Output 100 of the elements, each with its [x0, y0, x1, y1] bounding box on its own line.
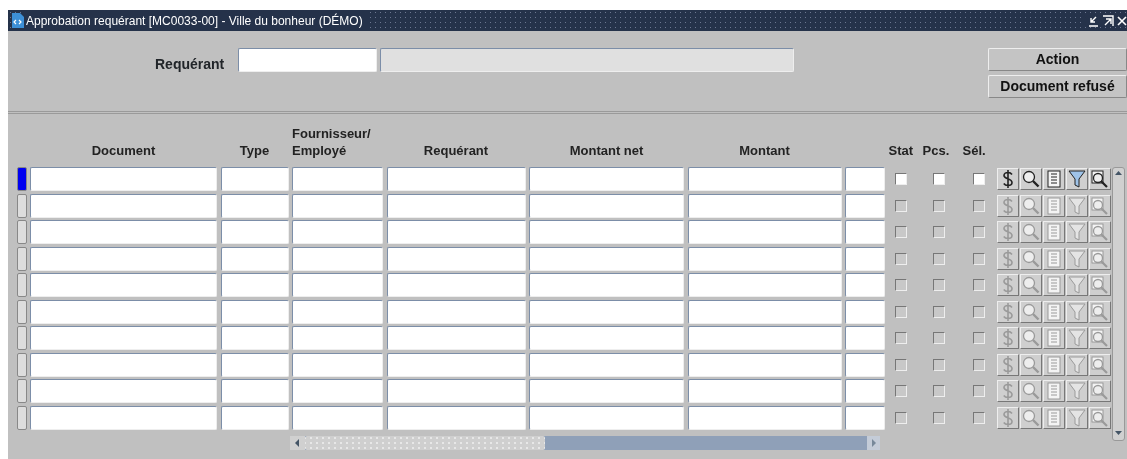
table-cell[interactable]: [845, 352, 885, 377]
table-cell[interactable]: [220, 246, 289, 271]
table-cell[interactable]: [30, 246, 217, 271]
table-cell[interactable]: [687, 167, 842, 192]
table-cell[interactable]: [220, 379, 289, 404]
table-cell[interactable]: [30, 193, 217, 218]
table-cell[interactable]: [30, 273, 217, 298]
column-header: Pcs.: [922, 141, 951, 160]
column-header: Montant net: [568, 143, 645, 160]
table-cell[interactable]: [30, 326, 217, 351]
table-cell[interactable]: [687, 299, 842, 324]
table-cell[interactable]: [292, 273, 383, 298]
table-cell[interactable]: [30, 167, 217, 192]
table-cell[interactable]: [845, 405, 885, 430]
table-cell[interactable]: [292, 299, 383, 324]
vertical-scrollbar[interactable]: [1112, 167, 1125, 441]
table-cell[interactable]: [529, 299, 684, 324]
table-cell[interactable]: [386, 299, 526, 324]
table-cell[interactable]: [529, 220, 684, 245]
table-cell[interactable]: [220, 193, 289, 218]
horizontal-scrollbar[interactable]: [290, 436, 880, 450]
table-cell[interactable]: [30, 299, 217, 324]
table-cell[interactable]: [687, 379, 842, 404]
scroll-down-icon[interactable]: [1113, 428, 1124, 438]
table-cell[interactable]: [30, 405, 217, 430]
scroll-up-icon[interactable]: [1113, 168, 1124, 178]
table-cell[interactable]: [30, 379, 217, 404]
table-cell[interactable]: [292, 246, 383, 271]
requester-field[interactable]: [238, 48, 378, 72]
table-cell[interactable]: [845, 193, 885, 218]
table-cell[interactable]: [292, 193, 383, 218]
scroll-right-icon[interactable]: [867, 436, 880, 450]
table-cell[interactable]: [292, 379, 383, 404]
table-cell[interactable]: [845, 326, 885, 351]
table-cell[interactable]: [687, 246, 842, 271]
checkbox[interactable]: [894, 173, 907, 186]
zoom-page-icon: [1090, 249, 1109, 268]
checkbox[interactable]: [972, 173, 985, 186]
table-cell[interactable]: [30, 220, 217, 245]
checkbox[interactable]: [932, 173, 945, 186]
table-cell[interactable]: [292, 352, 383, 377]
maximize-icon[interactable]: [1102, 14, 1114, 27]
table-cell[interactable]: [687, 405, 842, 430]
description-field[interactable]: [380, 48, 795, 72]
table-cell[interactable]: [30, 352, 217, 377]
table-cell[interactable]: [386, 405, 526, 430]
table-cell[interactable]: [220, 352, 289, 377]
table-cell[interactable]: [529, 167, 684, 192]
close-icon[interactable]: [1117, 14, 1127, 27]
table-cell[interactable]: [529, 193, 684, 218]
table-cell[interactable]: [386, 246, 526, 271]
toolbar-button[interactable]: [1088, 168, 1111, 191]
table-cell[interactable]: [529, 326, 684, 351]
table-cell[interactable]: [687, 193, 842, 218]
table-cell[interactable]: [292, 405, 383, 430]
table-cell[interactable]: [292, 167, 383, 192]
toolbar-button[interactable]: [996, 168, 1019, 191]
table-cell[interactable]: [386, 326, 526, 351]
minimize-icon[interactable]: [1087, 14, 1099, 27]
table-cell[interactable]: [845, 220, 885, 245]
table-cell[interactable]: [220, 326, 289, 351]
magnifier-icon: [1021, 382, 1040, 401]
table-cell[interactable]: [386, 273, 526, 298]
magnifier-icon: [1021, 355, 1040, 374]
table-cell[interactable]: [687, 273, 842, 298]
zoom-page-icon: [1090, 276, 1109, 295]
table-cell[interactable]: [220, 273, 289, 298]
table-cell[interactable]: [529, 379, 684, 404]
table-cell[interactable]: [292, 220, 383, 245]
table-cell[interactable]: [386, 379, 526, 404]
table-cell[interactable]: [220, 167, 289, 192]
table-cell[interactable]: [529, 405, 684, 430]
list-icon: [1046, 382, 1061, 401]
table-cell[interactable]: [687, 220, 842, 245]
table-cell[interactable]: [845, 379, 885, 404]
action-button[interactable]: Document refusé: [988, 75, 1127, 98]
table-cell[interactable]: [845, 167, 885, 192]
table-cell[interactable]: [529, 246, 684, 271]
table-cell[interactable]: [687, 326, 842, 351]
table-cell[interactable]: [687, 352, 842, 377]
table-cell[interactable]: [529, 273, 684, 298]
table-cell[interactable]: [220, 220, 289, 245]
scroll-left-icon[interactable]: [290, 436, 305, 450]
row-indicator[interactable]: [17, 167, 27, 192]
table-cell[interactable]: [386, 352, 526, 377]
action-button[interactable]: Action: [988, 48, 1127, 71]
scroll-thumb[interactable]: [305, 436, 545, 450]
table-cell[interactable]: [386, 220, 526, 245]
table-cell[interactable]: [220, 405, 289, 430]
table-cell[interactable]: [529, 352, 684, 377]
toolbar-button[interactable]: [1065, 168, 1088, 191]
toolbar-button[interactable]: [1019, 168, 1042, 191]
dollar-icon: [1001, 302, 1014, 321]
table-cell[interactable]: [386, 167, 526, 192]
table-cell[interactable]: [845, 273, 885, 298]
table-cell[interactable]: [220, 299, 289, 324]
table-cell[interactable]: [845, 246, 885, 271]
table-cell[interactable]: [292, 326, 383, 351]
table-cell[interactable]: [386, 193, 526, 218]
table-cell[interactable]: [845, 299, 885, 324]
